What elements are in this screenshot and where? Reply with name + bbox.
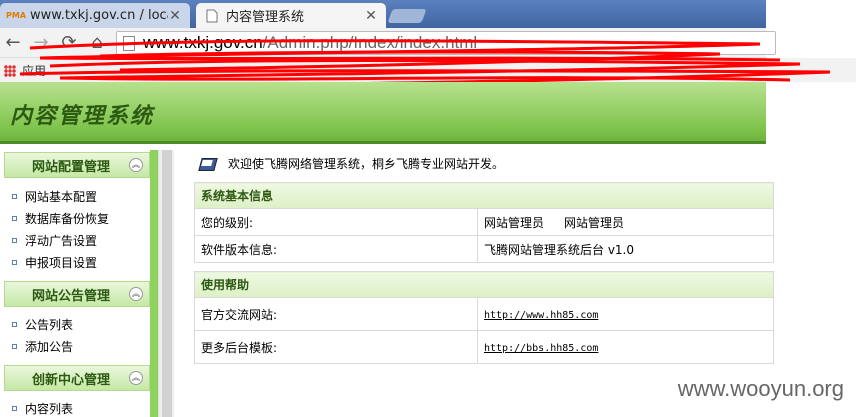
bullet-icon xyxy=(12,259,17,265)
version-value: 飞腾网站管理系统后台 v1.0 xyxy=(477,235,774,263)
system-info-table: 系统基本信息 您的级别: 网站管理员 网站管理员 软件版本信息: 飞腾网站管理系统… xyxy=(194,182,774,263)
section-label: 网站公告管理 xyxy=(31,288,110,304)
address-bar[interactable]: www.txkj.gov.cn/Admin.php/Index/index.ht… xyxy=(116,31,776,55)
sidebar-section-site-config[interactable]: 网站配置管理 ︽ xyxy=(4,152,150,178)
tab-phpmyadmin[interactable]: PMA www.txkj.gov.cn / localh ✕ xyxy=(0,3,190,28)
bookmarks-bar: 应用 xyxy=(0,58,856,82)
table-row: 软件版本信息: 飞腾网站管理系统后台 v1.0 xyxy=(194,235,774,263)
sidebar-divider xyxy=(150,150,158,417)
item-label: 浮动广告设置 xyxy=(25,233,98,248)
table-header: 使用帮助 xyxy=(194,271,774,298)
site-label: 官方交流网站: xyxy=(194,297,478,331)
apps-grid-icon xyxy=(4,64,16,77)
new-tab-button[interactable] xyxy=(387,9,427,23)
bullet-icon xyxy=(12,405,17,411)
site-value-cell: http://www.hh85.com xyxy=(477,297,774,331)
app-title: 内容管理系统 xyxy=(10,103,155,129)
bullet-icon xyxy=(12,343,17,349)
apps-label: 应用 xyxy=(22,64,47,78)
sidebar-item-content-list[interactable]: 内容列表 xyxy=(12,398,73,417)
section-label: 网站配置管理 xyxy=(31,159,110,175)
item-label: 内容列表 xyxy=(25,401,74,416)
forward-arrow-icon[interactable]: → xyxy=(30,32,52,54)
page-favicon-icon xyxy=(204,8,220,24)
close-tab-icon[interactable]: ✕ xyxy=(364,8,378,24)
table-row: 您的级别: 网站管理员 网站管理员 xyxy=(194,208,774,236)
table-row: 更多后台模板: http://bbs.hh85.com xyxy=(194,330,774,364)
item-label: 申报项目设置 xyxy=(25,255,98,270)
item-label: 公告列表 xyxy=(25,317,74,332)
version-label: 软件版本信息: xyxy=(194,235,478,263)
templates-value-cell: http://bbs.hh85.com xyxy=(477,330,774,364)
page-icon xyxy=(123,36,135,51)
sidebar-section-innovation[interactable]: 创新中心管理 ︽ xyxy=(4,365,150,391)
bullet-icon xyxy=(12,321,17,327)
help-table: 使用帮助 官方交流网站: http://www.hh85.com 更多后台模板:… xyxy=(194,271,774,364)
close-tab-icon[interactable]: ✕ xyxy=(168,8,182,24)
level-value-1: 网站管理员 xyxy=(484,215,545,230)
sidebar-item-announcement-list[interactable]: 公告列表 xyxy=(12,314,73,334)
browser-toolbar: ← → ⟳ ⌂ www.txkj.gov.cn/Admin.php/Index/… xyxy=(0,28,776,58)
scrollbar-thumb[interactable] xyxy=(162,150,172,417)
official-site-link[interactable]: http://www.hh85.com xyxy=(484,310,598,321)
reload-icon[interactable]: ⟳ xyxy=(58,32,80,54)
sidebar-item-add-announcement[interactable]: 添加公告 xyxy=(12,336,73,356)
pma-favicon-icon: PMA xyxy=(6,11,27,20)
app-header: 内容管理系统 xyxy=(0,82,766,144)
level-label: 您的级别: xyxy=(194,208,478,236)
browser-tab-bar: PMA www.txkj.gov.cn / localh ✕ 内容管理系统 ✕ xyxy=(0,0,766,28)
sidebar: 网站配置管理 ︽ 网站基本配置 数据库备份恢复 浮动广告设置 申报项目设置 网站… xyxy=(0,150,160,417)
collapse-chevron-icon[interactable]: ︽ xyxy=(129,287,143,301)
home-icon[interactable]: ⌂ xyxy=(86,32,108,54)
url-text: www.txkj.gov.cn/Admin.php/Index/index.ht… xyxy=(143,33,478,52)
collapse-chevron-icon[interactable]: ︽ xyxy=(129,158,143,172)
tab-title: 内容管理系统 xyxy=(226,10,305,25)
book-icon xyxy=(198,156,218,172)
apps-shortcut[interactable]: 应用 xyxy=(4,62,46,79)
collapse-chevron-icon[interactable]: ︽ xyxy=(129,371,143,385)
watermark: www.wooyun.org xyxy=(677,376,844,401)
table-row: 官方交流网站: http://www.hh85.com xyxy=(194,297,774,331)
sidebar-section-announcements[interactable]: 网站公告管理 ︽ xyxy=(4,281,150,307)
sidebar-item-db-backup[interactable]: 数据库备份恢复 xyxy=(12,208,109,228)
bullet-icon xyxy=(12,237,17,243)
item-label: 添加公告 xyxy=(25,339,74,354)
item-label: 数据库备份恢复 xyxy=(25,211,110,226)
tab-cms[interactable]: 内容管理系统 ✕ xyxy=(196,3,386,28)
welcome-message: 欢迎使飞腾网络管理系统，桐乡飞腾专业网站开发。 xyxy=(198,155,504,172)
back-arrow-icon[interactable]: ← xyxy=(2,32,24,54)
templates-label: 更多后台模板: xyxy=(194,330,478,364)
level-value: 网站管理员 网站管理员 xyxy=(477,208,774,236)
sidebar-item-project-settings[interactable]: 申报项目设置 xyxy=(12,252,97,272)
table-header: 系统基本信息 xyxy=(194,182,774,209)
item-label: 网站基本配置 xyxy=(25,189,98,204)
sidebar-item-site-basic-config[interactable]: 网站基本配置 xyxy=(12,186,97,206)
level-value-2: 网站管理员 xyxy=(564,215,625,230)
welcome-text: 欢迎使飞腾网络管理系统，桐乡飞腾专业网站开发。 xyxy=(228,157,505,171)
bullet-icon xyxy=(12,215,17,221)
section-label: 创新中心管理 xyxy=(31,372,110,388)
templates-link[interactable]: http://bbs.hh85.com xyxy=(484,343,598,354)
tab-title: www.txkj.gov.cn / localh xyxy=(30,8,168,23)
bullet-icon xyxy=(12,193,17,199)
sidebar-item-float-ad[interactable]: 浮动广告设置 xyxy=(12,230,97,250)
